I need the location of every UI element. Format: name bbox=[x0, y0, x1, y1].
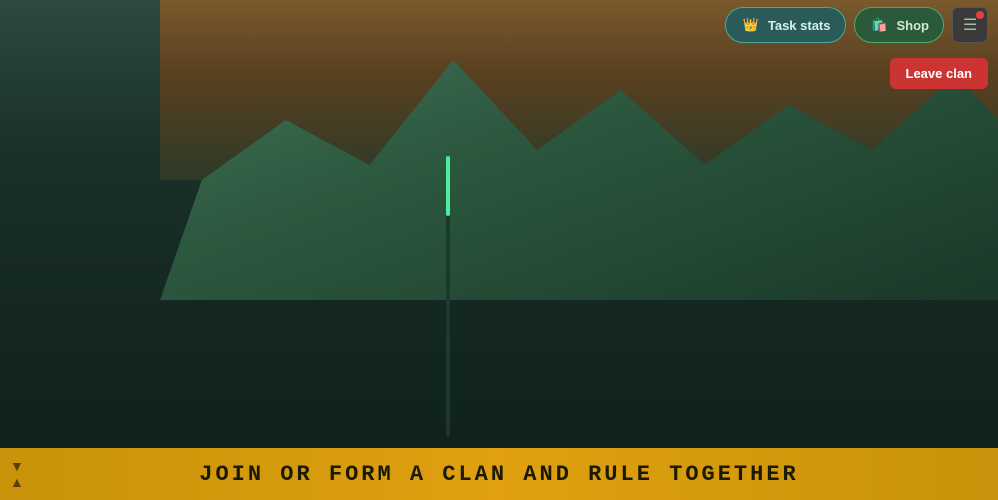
menu-button[interactable]: ☰ bbox=[952, 7, 988, 43]
crown-icon: 👑 bbox=[740, 14, 762, 36]
bottom-banner: ▼ ▲ JOIN OR FORM A CLAN AND RULE TOGETHE… bbox=[0, 448, 998, 500]
top-bar: 👑 Task stats 🛍️ Shop ☰ bbox=[0, 0, 998, 50]
banner-arrow-up[interactable]: ▲ bbox=[10, 475, 24, 489]
shop-button[interactable]: 🛍️ Shop bbox=[854, 7, 945, 43]
leave-clan-button[interactable]: Leave clan bbox=[890, 58, 989, 89]
scroll-track bbox=[446, 156, 450, 436]
banner-text: JOIN OR FORM A CLAN AND RULE TOGETHER bbox=[199, 462, 798, 487]
notification-dot bbox=[976, 11, 984, 19]
bag-icon: 🛍️ bbox=[869, 14, 891, 36]
task-stats-button[interactable]: 👑 Task stats bbox=[725, 7, 846, 43]
banner-arrow-down[interactable]: ▼ bbox=[10, 459, 24, 473]
scroll-thumb bbox=[446, 156, 450, 216]
banner-arrows: ▼ ▲ bbox=[10, 459, 24, 489]
